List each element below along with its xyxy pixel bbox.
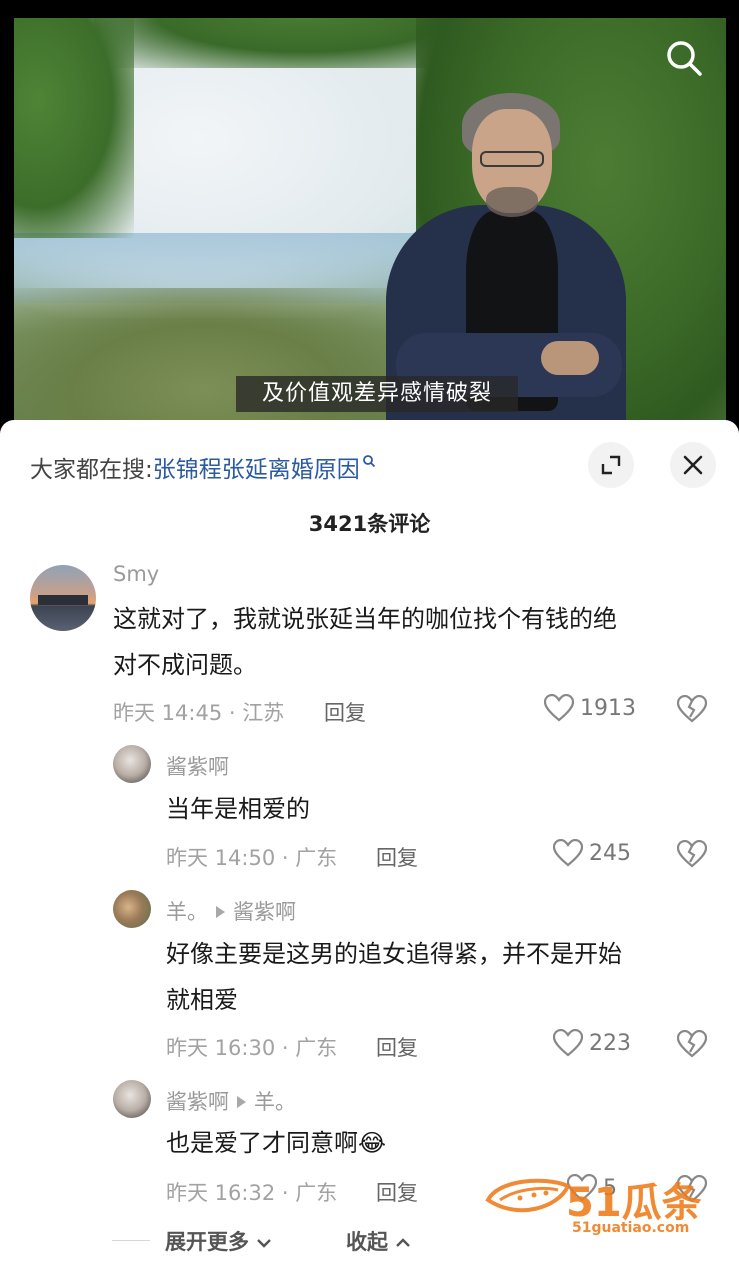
comment-sheet: 大家都在搜:张锦程张延离婚原因 3421条评论 Smy 这就对了，我就说张延当年… [0,420,739,1280]
reply-to-author[interactable]: 羊。 [254,1090,296,1114]
comment-count: 3421条评论 [308,512,431,536]
heart-icon [544,694,574,722]
heart-icon [553,1029,583,1057]
comment-meta: 昨天 16:30 · 广东 [166,1036,338,1060]
comment-meta: 昨天 14:50 · 广东 [166,846,338,870]
comment-text: 就相爱 [166,986,238,1014]
video-foliage [14,288,414,438]
divider [112,1240,150,1241]
reply-button[interactable]: 回复 [376,1032,418,1062]
comment-text: 好像主要是这男的追女追得紧，并不是开始 [166,940,622,968]
comment-text: 也是爱了才同意啊😂 [166,1120,386,1166]
video-subtitle: 及价值观差异感情破裂 [236,376,519,412]
comment-meta: 昨天 14:45 · 江苏 [113,701,285,725]
reply-button[interactable]: 回复 [376,1177,418,1207]
watermark-logo: 51瓜条 51guatiao.com [484,1170,719,1240]
comment-meta: 昨天 16:32 · 广东 [166,1181,338,1205]
video-foliage [14,18,134,238]
hot-search-keyword[interactable]: 张锦程张延离婚原因 [153,457,360,483]
comment-author-line: 羊。 酱紫啊 [166,896,296,926]
reply-button[interactable]: 回复 [324,697,366,727]
reply-arrow-icon [237,1096,246,1108]
close-button[interactable] [670,442,716,488]
comment-author[interactable]: 羊。 [166,900,208,924]
comment-author[interactable]: Smy [113,562,159,586]
comment-text-body: 也是爱了才同意啊 [166,1129,358,1157]
chevron-up-icon [396,1238,411,1247]
like-count: 223 [589,1030,631,1056]
comment-author-line: 酱紫啊 羊。 [166,1086,296,1116]
broken-heart-icon[interactable] [676,839,708,872]
expand-icon [601,455,621,475]
heart-icon [553,839,583,867]
laughing-emoji: 😂 [358,1129,387,1157]
hot-search-prefix: 大家都在搜: [30,457,153,483]
comment-text: 对不成问题。 [113,651,257,679]
expand-button[interactable] [588,442,634,488]
broken-heart-icon[interactable] [676,1029,708,1062]
like-count: 245 [589,840,631,866]
avatar[interactable] [113,1080,151,1118]
hot-search-bar[interactable]: 大家都在搜:张锦程张延离婚原因 [30,450,376,484]
comment-author[interactable]: 酱紫啊 [166,1090,229,1114]
comment-author[interactable]: 酱紫啊 [166,751,229,781]
video-player[interactable]: 及价值观差异感情破裂 [14,18,726,438]
search-icon[interactable] [664,38,704,78]
like-button[interactable]: 223 [553,1029,631,1057]
avatar[interactable] [113,745,151,783]
watermark-domain: 51guatiao.com [572,1220,690,1236]
avatar[interactable] [113,890,151,928]
close-icon [683,455,703,475]
comment-text: 这就对了，我就说张延当年的咖位找个有钱的绝 [113,605,617,633]
reply-arrow-icon [216,906,225,918]
collapse-label: 收起 [346,1230,388,1254]
expand-more-label: 展开更多 [165,1230,249,1254]
like-button[interactable]: 245 [553,839,631,867]
reply-to-author[interactable]: 酱紫啊 [233,900,296,924]
search-icon [362,450,376,476]
avatar[interactable] [30,565,96,631]
expand-more-button[interactable]: 展开更多 [165,1226,272,1256]
collapse-button[interactable]: 收起 [346,1226,411,1256]
reply-button[interactable]: 回复 [376,842,418,872]
broken-heart-icon[interactable] [676,694,708,727]
comment-text: 当年是相爱的 [166,795,310,823]
chevron-down-icon [257,1239,272,1248]
like-count: 1913 [580,695,636,721]
like-button[interactable]: 1913 [544,694,636,722]
watermark-melon-icon [485,1178,571,1213]
